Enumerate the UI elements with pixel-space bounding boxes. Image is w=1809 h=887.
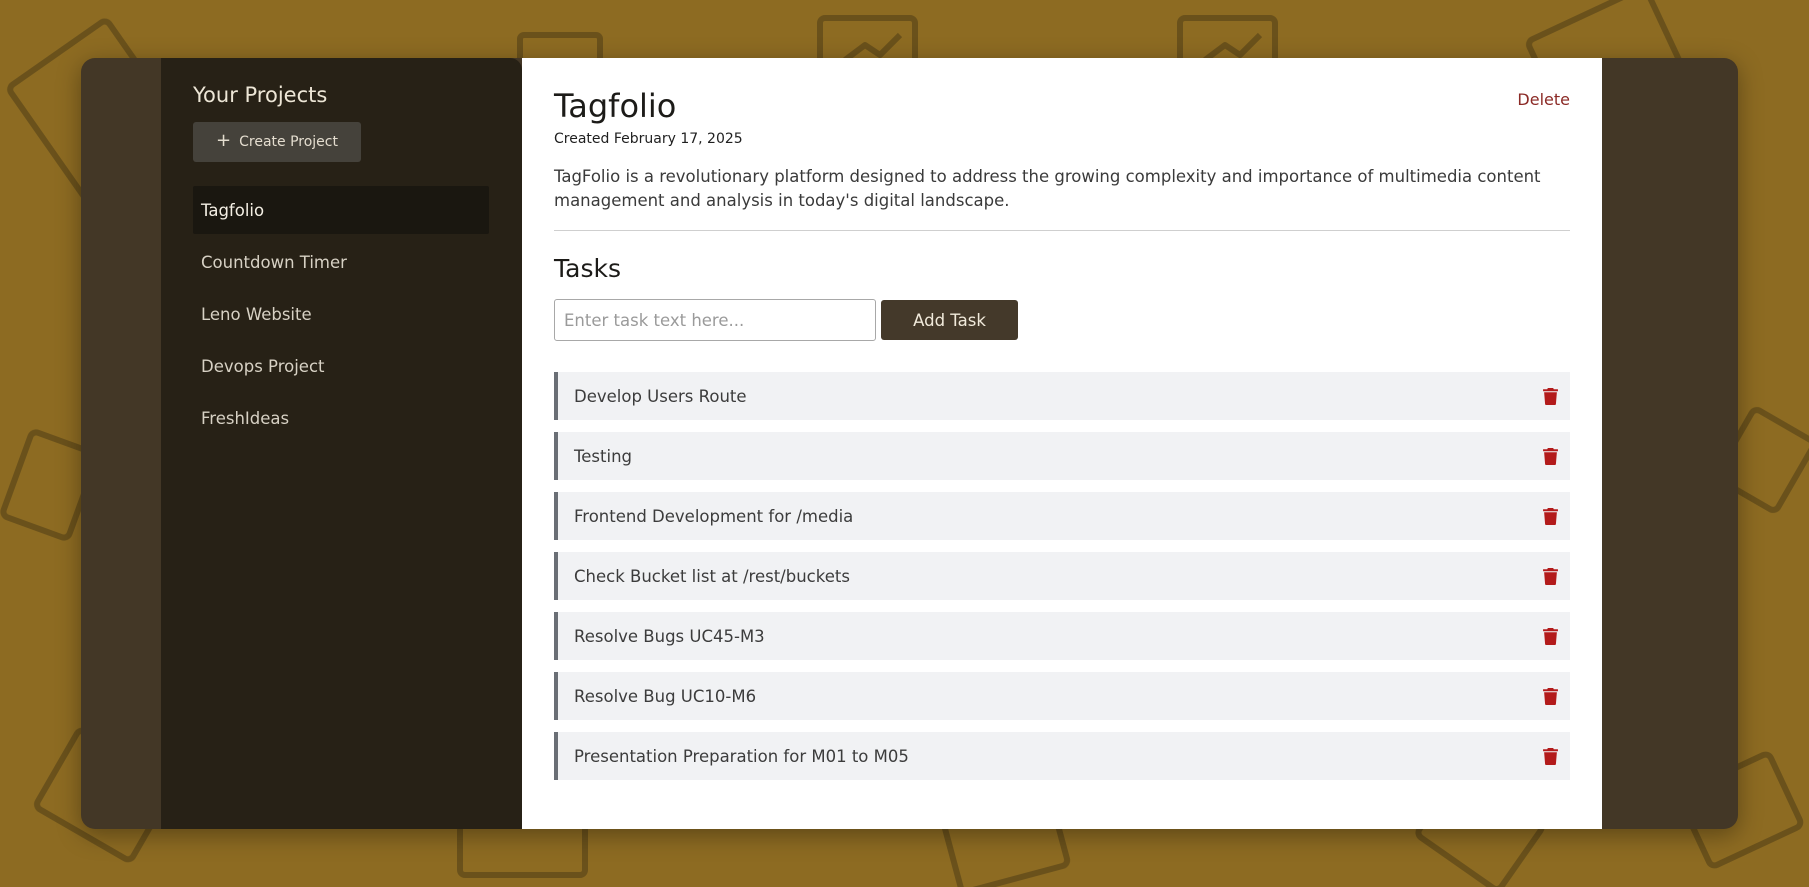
task-item: Testing [554,432,1570,480]
task-item: Presentation Preparation for M01 to M05 [554,732,1570,780]
delete-project-button[interactable]: Delete [1517,90,1570,109]
task-input[interactable] [554,299,876,341]
task-text: Develop Users Route [574,386,747,406]
task-item: Develop Users Route [554,372,1570,420]
task-text: Resolve Bug UC10-M6 [574,686,757,706]
trash-icon[interactable] [1543,747,1558,765]
project-list: Tagfolio Countdown Timer Leno Website De… [193,186,489,446]
trash-icon[interactable] [1543,567,1558,585]
sidebar-item-leno-website[interactable]: Leno Website [193,290,489,338]
sidebar-title: Your Projects [193,83,328,107]
task-text: Frontend Development for /media [574,506,854,526]
trash-icon[interactable] [1543,687,1558,705]
project-title: Tagfolio [554,87,677,125]
add-task-button[interactable]: Add Task [881,300,1018,340]
task-item: Check Bucket list at /rest/buckets [554,552,1570,600]
task-item: Resolve Bugs UC45-M3 [554,612,1570,660]
trash-icon[interactable] [1543,387,1558,405]
task-text: Presentation Preparation for M01 to M05 [574,746,909,766]
task-item: Resolve Bug UC10-M6 [554,672,1570,720]
sidebar-item-freshideas[interactable]: FreshIdeas [193,394,489,442]
trash-icon[interactable] [1543,627,1558,645]
create-project-button[interactable]: + Create Project [193,122,361,162]
trash-icon[interactable] [1543,507,1558,525]
plus-icon: + [216,130,232,151]
task-text: Resolve Bugs UC45-M3 [574,626,765,646]
task-text: Check Bucket list at /rest/buckets [574,566,850,586]
sidebar-item-countdown-timer[interactable]: Countdown Timer [193,238,489,286]
divider [554,230,1570,231]
create-project-label: Create Project [239,134,338,150]
projects-sidebar: Your Projects + Create Project Tagfolio … [161,58,522,829]
task-text: Testing [574,446,633,466]
project-detail: Tagfolio Created February 17, 2025 Delet… [522,58,1602,829]
task-list: Develop Users Route Testing Frontend Dev… [554,372,1570,792]
trash-icon[interactable] [1543,447,1558,465]
project-description: TagFolio is a revolutionary platform des… [554,167,1541,210]
sidebar-item-tagfolio[interactable]: Tagfolio [193,186,489,234]
tasks-heading: Tasks [554,254,621,283]
sidebar-item-devops-project[interactable]: Devops Project [193,342,489,390]
project-created-date: Created February 17, 2025 [554,131,743,147]
task-item: Frontend Development for /media [554,492,1570,540]
app-window: Your Projects + Create Project Tagfolio … [81,58,1738,829]
